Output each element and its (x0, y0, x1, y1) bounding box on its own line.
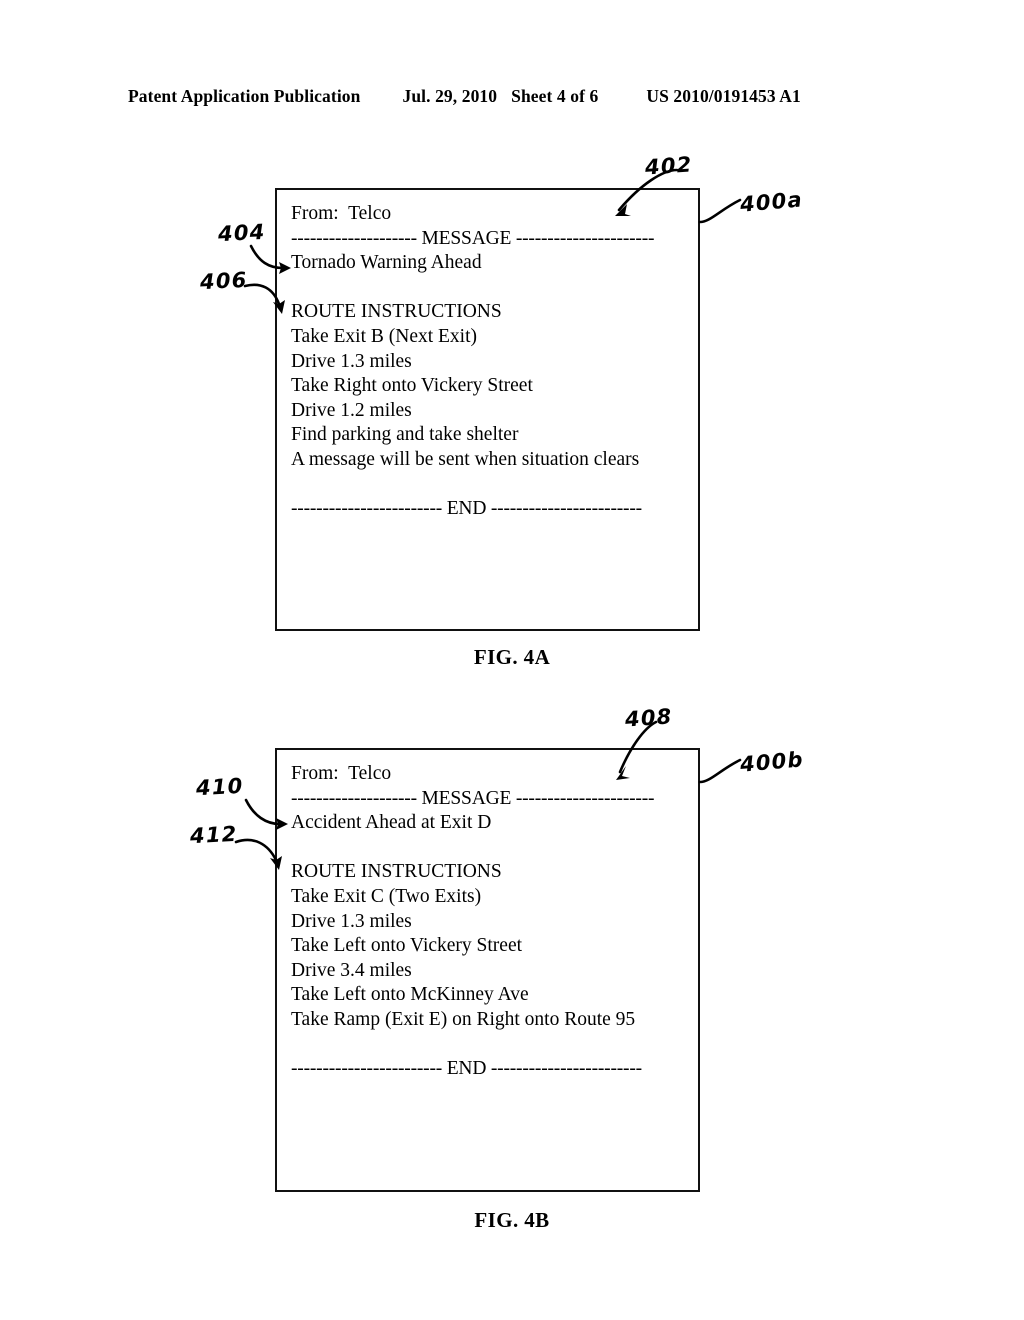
route-instruction-item: A message will be sent when situation cl… (291, 448, 640, 470)
publication-type-label: Patent Application Publication (128, 86, 361, 106)
reference-numeral-408: 408 (624, 704, 674, 732)
reference-numeral-406: 406 (199, 267, 249, 295)
publication-date: Jul. 29, 2010 (402, 86, 498, 106)
page-header: Patent Application Publication Jul. 29, … (128, 86, 896, 112)
route-instruction-item: Take Exit C (Two Exits) (291, 885, 482, 907)
message-window-400b: From: Telco -------------------- MESSAGE… (275, 748, 700, 1192)
message-window-content: From: Telco -------------------- MESSAGE… (277, 750, 698, 1082)
end-separator: ------------------------ END -----------… (291, 1058, 642, 1080)
route-instruction-item: Find parking and take shelter (291, 424, 519, 446)
route-instructions-heading: ROUTE INSTRUCTIONS (291, 861, 502, 883)
route-instruction-item: Drive 1.3 miles (291, 910, 412, 932)
message-window-400a: From: Telco -------------------- MESSAGE… (275, 188, 700, 631)
figure-caption-4b: FIG. 4B (474, 1208, 550, 1232)
from-line: From: Telco (291, 763, 392, 784)
route-instruction-item: Take Left onto McKinney Ave (291, 984, 529, 1006)
reference-numeral-404: 404 (217, 219, 267, 247)
message-separator: -------------------- MESSAGE -----------… (291, 227, 655, 249)
reference-numeral-400b: 400b (739, 747, 805, 777)
route-instruction-item: Take Left onto Vickery Street (291, 935, 523, 957)
route-instruction-item: Take Right onto Vickery Street (291, 375, 533, 397)
reference-numeral-400a: 400a (739, 187, 804, 217)
patent-publication-number: US 2010/0191453 A1 (646, 86, 801, 106)
reference-numeral-402: 402 (644, 152, 694, 180)
route-instructions-heading: ROUTE INSTRUCTIONS (291, 301, 502, 323)
reference-numeral-410: 410 (195, 773, 245, 801)
route-instruction-item: Drive 3.4 miles (291, 959, 412, 981)
message-separator: -------------------- MESSAGE -----------… (291, 787, 655, 809)
message-window-content: From: Telco -------------------- MESSAGE… (277, 190, 698, 522)
from-line: From: Telco (291, 203, 392, 224)
alert-message-text: Accident Ahead at Exit D (291, 812, 492, 834)
end-separator: ------------------------ END -----------… (291, 498, 642, 520)
sheet-number: Sheet 4 of 6 (511, 86, 599, 106)
route-instruction-item: Take Exit B (Next Exit) (291, 325, 478, 347)
route-instruction-item: Drive 1.3 miles (291, 350, 412, 372)
alert-message-text: Tornado Warning Ahead (291, 252, 482, 274)
reference-numeral-412: 412 (189, 821, 239, 849)
route-instruction-item: Drive 1.2 miles (291, 399, 412, 421)
route-instruction-item: Take Ramp (Exit E) on Right onto Route 9… (291, 1008, 636, 1030)
figure-caption-4a: FIG. 4A (473, 645, 551, 669)
